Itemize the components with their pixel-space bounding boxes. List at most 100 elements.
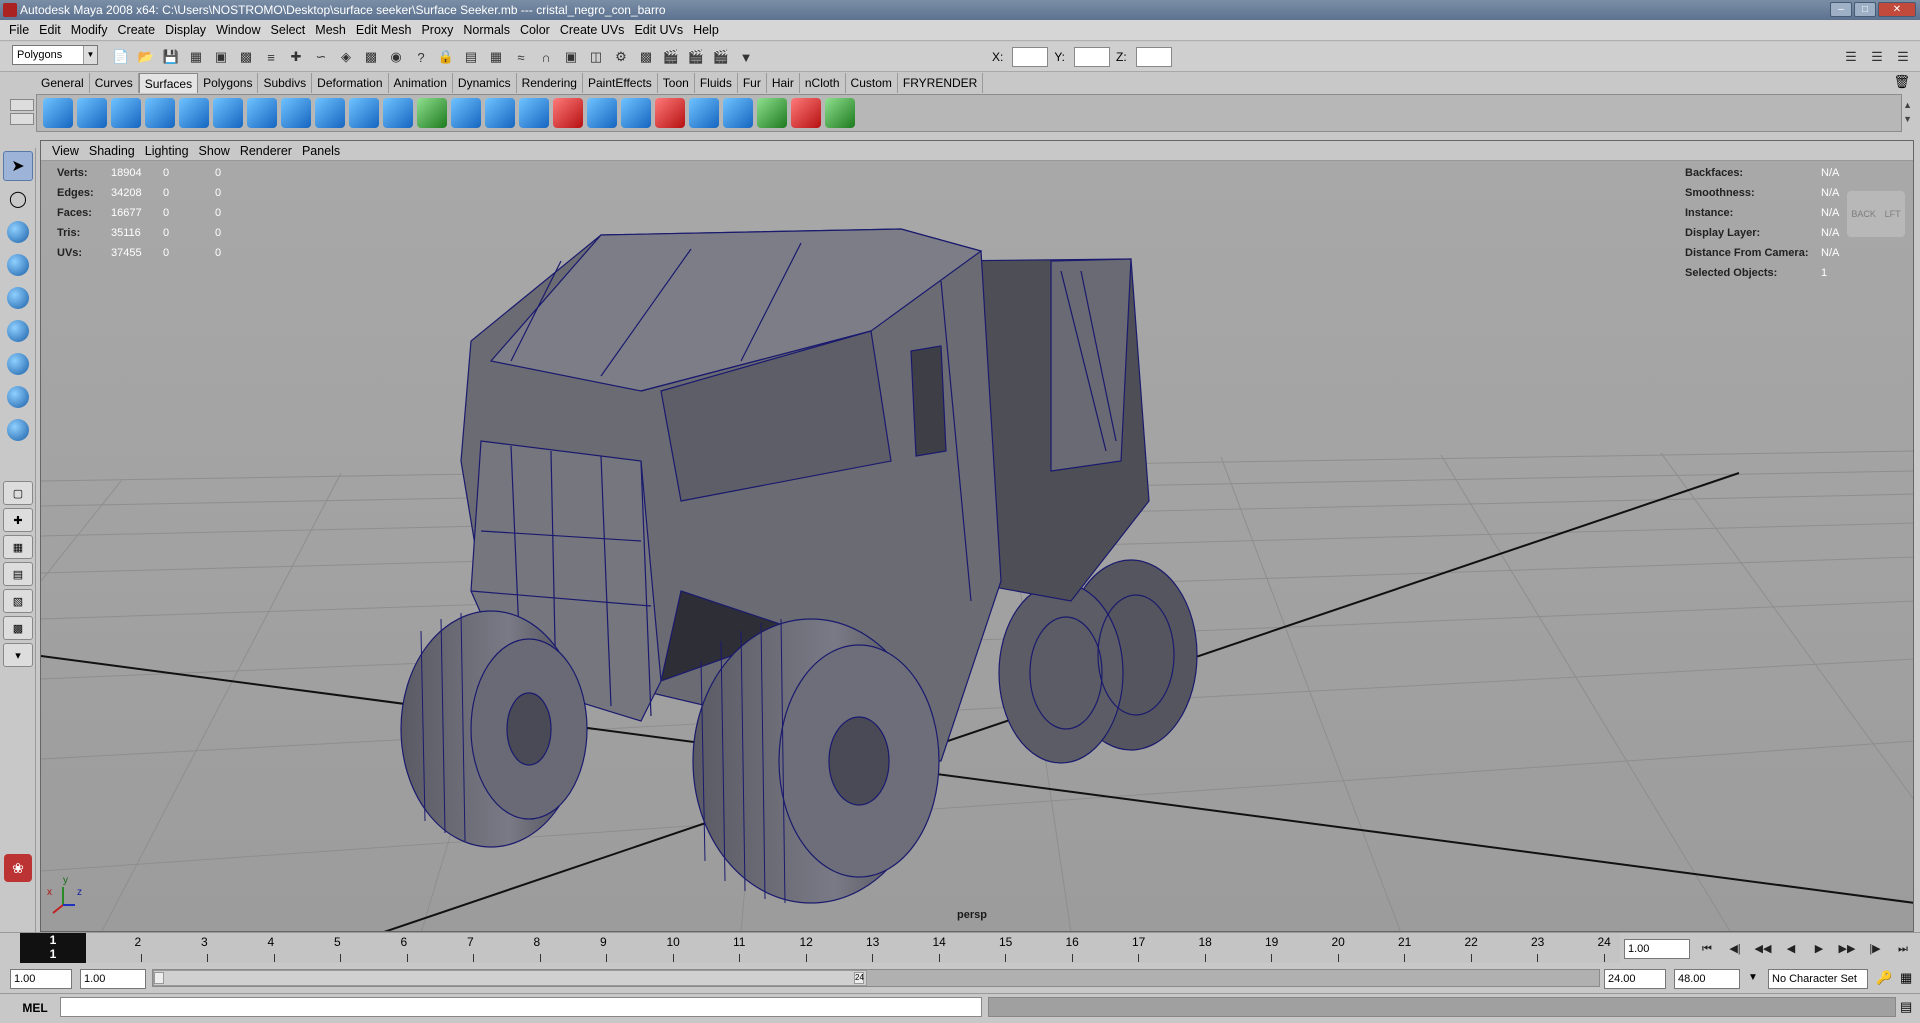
auto-key-icon[interactable]: 🔑 (1876, 970, 1892, 986)
preferences-icon[interactable]: ▦ (1900, 970, 1912, 986)
select-object-icon[interactable]: ▣ (210, 46, 232, 68)
panel-menu-panels[interactable]: Panels (297, 144, 345, 158)
persp-outliner-layout-icon[interactable]: ▦ (3, 535, 33, 559)
square-surface-icon[interactable] (451, 98, 481, 128)
minimize-button[interactable]: – (1830, 2, 1852, 17)
go-to-end-icon[interactable]: ⏭ (1892, 939, 1914, 959)
layout-menu-icon[interactable]: ▾ (3, 643, 33, 667)
step-back-key-icon[interactable]: ◀| (1724, 939, 1746, 959)
universal-manipulator-icon[interactable] (3, 349, 33, 379)
time-slider-track[interactable] (20, 933, 1620, 963)
animation-start-field[interactable]: 1.00 (10, 969, 72, 989)
trash-icon[interactable]: 🗑 (1893, 74, 1910, 90)
playback-end-field[interactable]: 24.00 (1604, 969, 1666, 989)
viewcube-left-face[interactable]: LFT (1885, 209, 1901, 219)
curve-tool-icon[interactable]: ≈ (510, 46, 532, 68)
lasso-tool-icon[interactable]: ◯ (3, 184, 33, 214)
nurbs-torus-icon[interactable] (213, 98, 243, 128)
input-ops-icon[interactable]: ▤ (460, 46, 482, 68)
extrude-icon[interactable] (349, 98, 379, 128)
x-field[interactable] (1012, 47, 1049, 67)
menu-mesh[interactable]: Mesh (310, 23, 351, 37)
select-component-icon[interactable]: ▩ (235, 46, 257, 68)
shelf-tab-polygons[interactable]: Polygons (198, 73, 259, 93)
insert-isoparm-icon[interactable] (757, 98, 787, 128)
shelf-tab-curves[interactable]: Curves (90, 73, 139, 93)
shelf-tab-toon[interactable]: Toon (658, 73, 695, 93)
magnet-icon[interactable]: ∩ (535, 46, 557, 68)
sculpt-geometry-icon[interactable] (791, 98, 821, 128)
step-forward-frame-icon[interactable]: ▶▶ (1836, 939, 1858, 959)
current-time-field[interactable]: 1.00 (1624, 939, 1690, 959)
four-pane-layout-icon[interactable]: ✚ (3, 508, 33, 532)
untrim-icon[interactable] (587, 98, 617, 128)
menu-set-dropdown[interactable]: Polygons ▼ (12, 45, 98, 65)
render-frame-icon[interactable]: ▣ (560, 46, 582, 68)
shelf-tab-deformation[interactable]: Deformation (312, 73, 389, 93)
play-forward-icon[interactable]: ▶ (1808, 939, 1830, 959)
scale-tool-icon[interactable] (3, 316, 33, 346)
bevel-plus-icon[interactable] (519, 98, 549, 128)
play-backward-icon[interactable]: ◀ (1780, 939, 1802, 959)
show-manipulator-icon[interactable] (3, 415, 33, 445)
nurbs-plane-icon[interactable] (179, 98, 209, 128)
shelf-tab-hair[interactable]: Hair (767, 73, 800, 93)
channel-box-icon[interactable]: ☰ (1892, 46, 1914, 68)
shelf-tab-surfaces[interactable]: Surfaces (138, 73, 199, 93)
menu-normals[interactable]: Normals (458, 23, 515, 37)
menu-window[interactable]: Window (211, 23, 265, 37)
nurbs-sphere-icon[interactable] (43, 98, 73, 128)
menu-color[interactable]: Color (515, 23, 555, 37)
surface-fillet-icon[interactable] (825, 98, 855, 128)
snap-curve-icon[interactable]: ∽ (310, 46, 332, 68)
attribute-editor-icon[interactable]: ☰ (1840, 46, 1862, 68)
shelf-tab-subdivs[interactable]: Subdivs (258, 73, 313, 93)
boundary-icon[interactable] (417, 98, 447, 128)
mel-language-toggle[interactable]: MEL (12, 999, 58, 1017)
clapper-batch-icon[interactable]: 🎬 (710, 46, 732, 68)
maya-logo-icon[interactable]: ❀ (3, 853, 33, 883)
menu-edit-mesh[interactable]: Edit Mesh (351, 23, 417, 37)
maximize-button[interactable]: □ (1854, 2, 1876, 17)
detach-surfaces-icon[interactable] (655, 98, 685, 128)
panel-menu-renderer[interactable]: Renderer (235, 144, 297, 158)
panel-menu-lighting[interactable]: Lighting (140, 144, 194, 158)
history-icon[interactable]: ? (410, 46, 432, 68)
panel-menu-view[interactable]: View (47, 144, 84, 158)
range-slider[interactable]: 24 (152, 969, 1600, 987)
paint-select-tool-icon[interactable] (3, 217, 33, 247)
grid-icon[interactable]: ▦ (485, 46, 507, 68)
range-start-handle[interactable] (154, 972, 164, 984)
menu-proxy[interactable]: Proxy (416, 23, 458, 37)
menu-create-uvs[interactable]: Create UVs (555, 23, 630, 37)
animation-end-field[interactable]: 48.00 (1674, 969, 1740, 989)
lock-icon[interactable]: 🔒 (435, 46, 457, 68)
shelf-tab-fryrender[interactable]: FRYRENDER (898, 73, 984, 93)
panel-menu-show[interactable]: Show (194, 144, 235, 158)
hypershade-icon[interactable]: ▩ (635, 46, 657, 68)
persp-graph-hypergraph-icon[interactable]: ▩ (3, 616, 33, 640)
shelf-tab-fur[interactable]: Fur (738, 73, 767, 93)
soft-modification-icon[interactable] (3, 382, 33, 412)
rotate-tool-icon[interactable] (3, 283, 33, 313)
menu-file[interactable]: File (4, 23, 34, 37)
snap-grid-icon[interactable]: ✚ (285, 46, 307, 68)
render-settings-icon[interactable]: ⚙ (610, 46, 632, 68)
clapper-settings-icon[interactable]: 🎬 (685, 46, 707, 68)
range-slider-knob[interactable]: 24 (153, 970, 867, 986)
persp-graph-layout-icon[interactable]: ▤ (3, 562, 33, 586)
shelf-tab-dynamics[interactable]: Dynamics (453, 73, 517, 93)
menu-display[interactable]: Display (160, 23, 211, 37)
shelf-tab-ncloth[interactable]: nCloth (800, 73, 846, 93)
snap-point-icon[interactable]: ◈ (335, 46, 357, 68)
step-back-frame-icon[interactable]: ◀◀ (1752, 939, 1774, 959)
new-scene-icon[interactable]: 📄 (110, 46, 132, 68)
playback-start-field[interactable]: 1.00 (80, 969, 146, 989)
shelf-tab-rendering[interactable]: Rendering (517, 73, 583, 93)
snap-plane-icon[interactable]: ▩ (360, 46, 382, 68)
go-to-start-icon[interactable]: ⏮ (1696, 939, 1718, 959)
script-editor-icon[interactable]: ▤ (1900, 999, 1912, 1015)
view-cube[interactable]: BACK LFT (1847, 191, 1905, 237)
clapper-icon[interactable]: 🎬 (660, 46, 682, 68)
tool-settings-icon[interactable]: ☰ (1866, 46, 1888, 68)
